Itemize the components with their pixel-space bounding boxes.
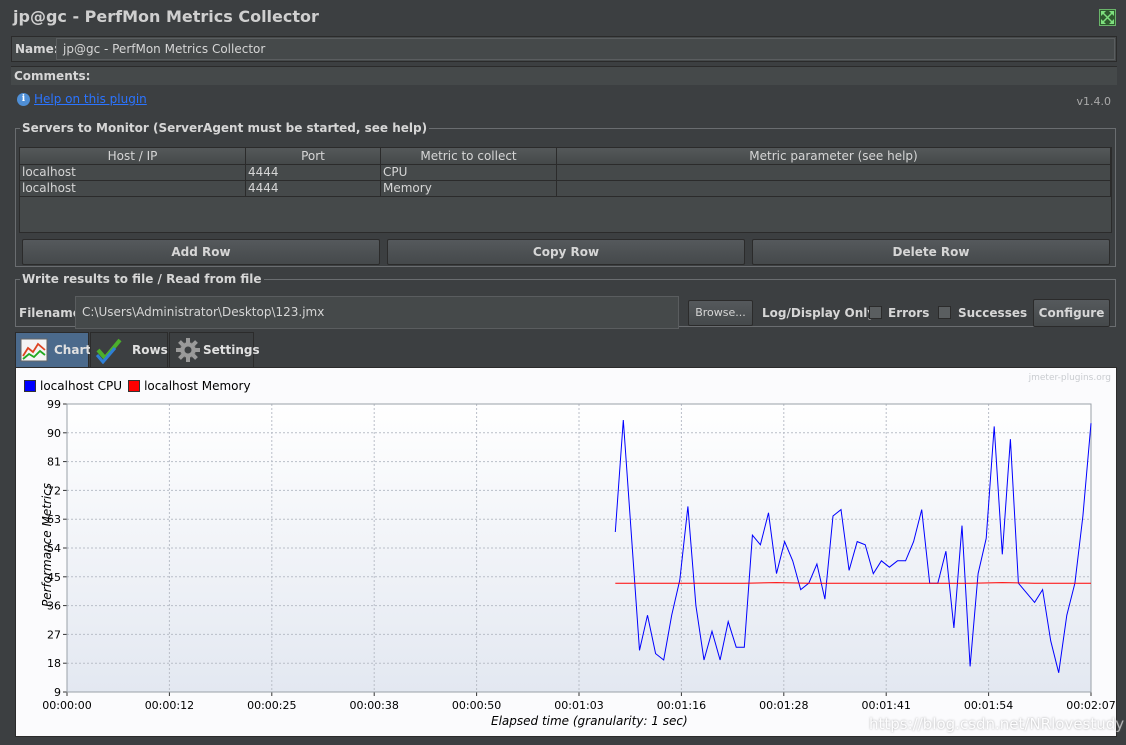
y-tick-label: 72: [47, 484, 61, 497]
name-row: Name: jp@gc - PerfMon Metrics Collector: [11, 36, 1117, 62]
name-input[interactable]: jp@gc - PerfMon Metrics Collector: [56, 38, 1115, 60]
x-tick-label: 00:01:03: [554, 699, 603, 712]
table-cell[interactable]: CPU: [381, 165, 557, 180]
filename-input[interactable]: C:\Users\Administrator\Desktop\123.jmx: [75, 296, 679, 329]
y-tick-label: 45: [47, 571, 61, 584]
gear-icon: [176, 338, 200, 362]
y-tick-label: 18: [47, 657, 61, 670]
line-chart: 9 18 27 36 45 54 63 72 81 90 99 00:00:00 00:00:12 00:…: [42, 398, 1115, 712]
window-title: jp@gc - PerfMon Metrics Collector: [13, 7, 319, 26]
column-header[interactable]: Host / IP: [20, 148, 246, 164]
y-tick-label: 9: [54, 686, 61, 699]
errors-label[interactable]: Errors: [888, 306, 929, 320]
tab-label: Settings: [203, 343, 260, 357]
help-row: i Help on this plugin v1.4.0: [11, 86, 1117, 112]
y-tick-label: 81: [47, 456, 61, 469]
tab-chart[interactable]: Chart: [15, 332, 92, 367]
add-row-button[interactable]: Add Row: [22, 239, 380, 265]
file-legend: Write results to file / Read from file: [22, 272, 262, 286]
column-header[interactable]: Metric parameter (see help): [557, 148, 1111, 164]
configure-button[interactable]: Configure: [1033, 299, 1110, 327]
table-cell[interactable]: 4444: [246, 181, 381, 196]
help-link[interactable]: Help on this plugin: [34, 92, 147, 106]
errors-checkbox[interactable]: [869, 306, 882, 319]
servers-group: Servers to Monitor (ServerAgent must be …: [15, 121, 1116, 267]
table-row[interactable]: localhost 4444 CPU: [20, 165, 1111, 181]
x-axis-label: Elapsed time (granularity: 1 sec): [491, 714, 688, 728]
tab-label: Chart: [54, 343, 92, 357]
filename-label: Filename: [19, 306, 81, 320]
table-cell[interactable]: [557, 181, 1111, 196]
y-tick-label: 90: [47, 427, 61, 440]
table-cell[interactable]: localhost: [20, 181, 246, 196]
x-tick-label: 00:00:00: [42, 699, 91, 712]
tab-settings[interactable]: Settings: [169, 332, 260, 367]
column-header[interactable]: Port: [246, 148, 381, 164]
x-tick-label: 00:01:28: [759, 699, 808, 712]
table-cell[interactable]: 4444: [246, 165, 381, 180]
file-group: Write results to file / Read from file F…: [15, 272, 1116, 329]
csdn-watermark: https://blog.csdn.net/NRlovestudy: [869, 715, 1125, 733]
chart-icon: [20, 338, 48, 362]
x-tick-label: 00:01:16: [657, 699, 706, 712]
x-tick-label: 00:02:07: [1066, 699, 1115, 712]
y-tick-label: 54: [47, 542, 61, 555]
y-tick-label: 27: [47, 628, 61, 641]
comments-label: Comments:: [14, 69, 91, 83]
chart-panel: jmeter-plugins.org localhost CPU localho…: [15, 367, 1124, 737]
table-cell[interactable]: localhost: [20, 165, 246, 180]
tab-rows[interactable]: Rows: [90, 332, 168, 367]
info-icon: i: [17, 93, 30, 106]
table-cell[interactable]: [557, 165, 1111, 180]
checkmarks-icon: [95, 338, 122, 364]
servers-legend: Servers to Monitor (ServerAgent must be …: [22, 121, 428, 135]
comments-row[interactable]: Comments:: [11, 66, 1117, 85]
successes-label[interactable]: Successes: [958, 306, 1027, 320]
name-label: Name:: [15, 42, 59, 56]
x-tick-label: 00:00:38: [349, 699, 398, 712]
tab-label: Rows: [132, 343, 168, 357]
x-tick-label: 00:01:54: [964, 699, 1013, 712]
successes-checkbox[interactable]: [938, 306, 951, 319]
copy-row-button[interactable]: Copy Row: [387, 239, 745, 265]
y-tick-label: 36: [47, 600, 61, 613]
y-tick-label: 99: [47, 398, 61, 411]
log-display-only-label: Log/Display Only:: [762, 306, 880, 320]
x-tick-label: 00:01:41: [861, 699, 910, 712]
version-label: v1.4.0: [1076, 95, 1112, 108]
x-tick-label: 00:00:25: [247, 699, 296, 712]
x-tick-label: 00:00:12: [145, 699, 194, 712]
delete-row-button[interactable]: Delete Row: [752, 239, 1110, 265]
x-tick-label: 00:00:50: [452, 699, 501, 712]
table-cell[interactable]: Memory: [381, 181, 557, 196]
y-tick-label: 63: [47, 513, 61, 526]
table-row[interactable]: localhost 4444 Memory: [20, 181, 1111, 197]
column-header[interactable]: Metric to collect: [381, 148, 557, 164]
browse-button[interactable]: Browse...: [688, 300, 753, 326]
servers-table[interactable]: Host / IP Port Metric to collect Metric …: [19, 147, 1112, 233]
table-header: Host / IP Port Metric to collect Metric …: [20, 148, 1111, 165]
expand-icon[interactable]: [1099, 9, 1116, 26]
